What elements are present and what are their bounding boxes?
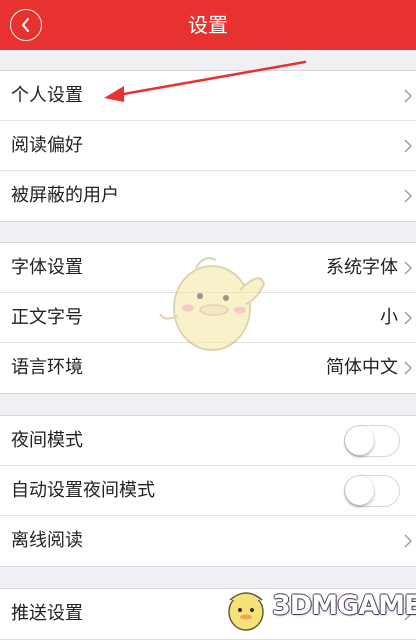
toggle-knob (345, 476, 374, 505)
chevron-right-icon (404, 189, 412, 203)
toggle-knob (345, 426, 374, 455)
auto-night-mode-toggle[interactable] (344, 475, 400, 507)
chevron-right-icon (404, 261, 412, 275)
row-label: 语言环境 (11, 357, 83, 378)
row-label: 离线阅读 (11, 530, 83, 551)
row-offline-reading[interactable]: 离线阅读 (0, 516, 416, 566)
row-label: 阅读偏好 (11, 135, 83, 156)
row-reading-preference[interactable]: 阅读偏好 (0, 121, 416, 171)
settings-group-mode: 夜间模式 自动设置夜间模式 离线阅读 (0, 415, 416, 567)
3dmgame-logo-icon (228, 592, 264, 631)
row-night-mode: 夜间模式 (0, 416, 416, 466)
chevron-right-icon (404, 139, 412, 153)
row-label: 个人设置 (11, 85, 83, 106)
row-auto-night-mode: 自动设置夜间模式 (0, 466, 416, 516)
row-label: 被屏蔽的用户 (11, 185, 119, 206)
row-label: 正文字号 (11, 307, 83, 328)
night-mode-toggle[interactable] (344, 425, 400, 457)
row-label: 字体设置 (11, 257, 83, 278)
annotation-arrow-icon (104, 60, 307, 102)
row-value: 小 (380, 307, 398, 328)
chevron-right-icon (404, 89, 412, 103)
header-bar: 设置 (0, 0, 416, 50)
row-label: 自动设置夜间模式 (11, 480, 155, 501)
chevron-right-icon (404, 311, 412, 325)
row-label: 夜间模式 (11, 430, 83, 451)
chevron-right-icon (404, 361, 412, 375)
chevron-right-icon (404, 534, 412, 548)
row-blocked-users[interactable]: 被屏蔽的用户 (0, 171, 416, 221)
watermark-text: 3DMGAME (272, 590, 416, 621)
row-value: 简体中文 (326, 357, 398, 378)
mascot-watermark-icon (159, 257, 266, 351)
row-value: 系统字体 (326, 257, 398, 278)
page-title: 设置 (188, 13, 228, 37)
